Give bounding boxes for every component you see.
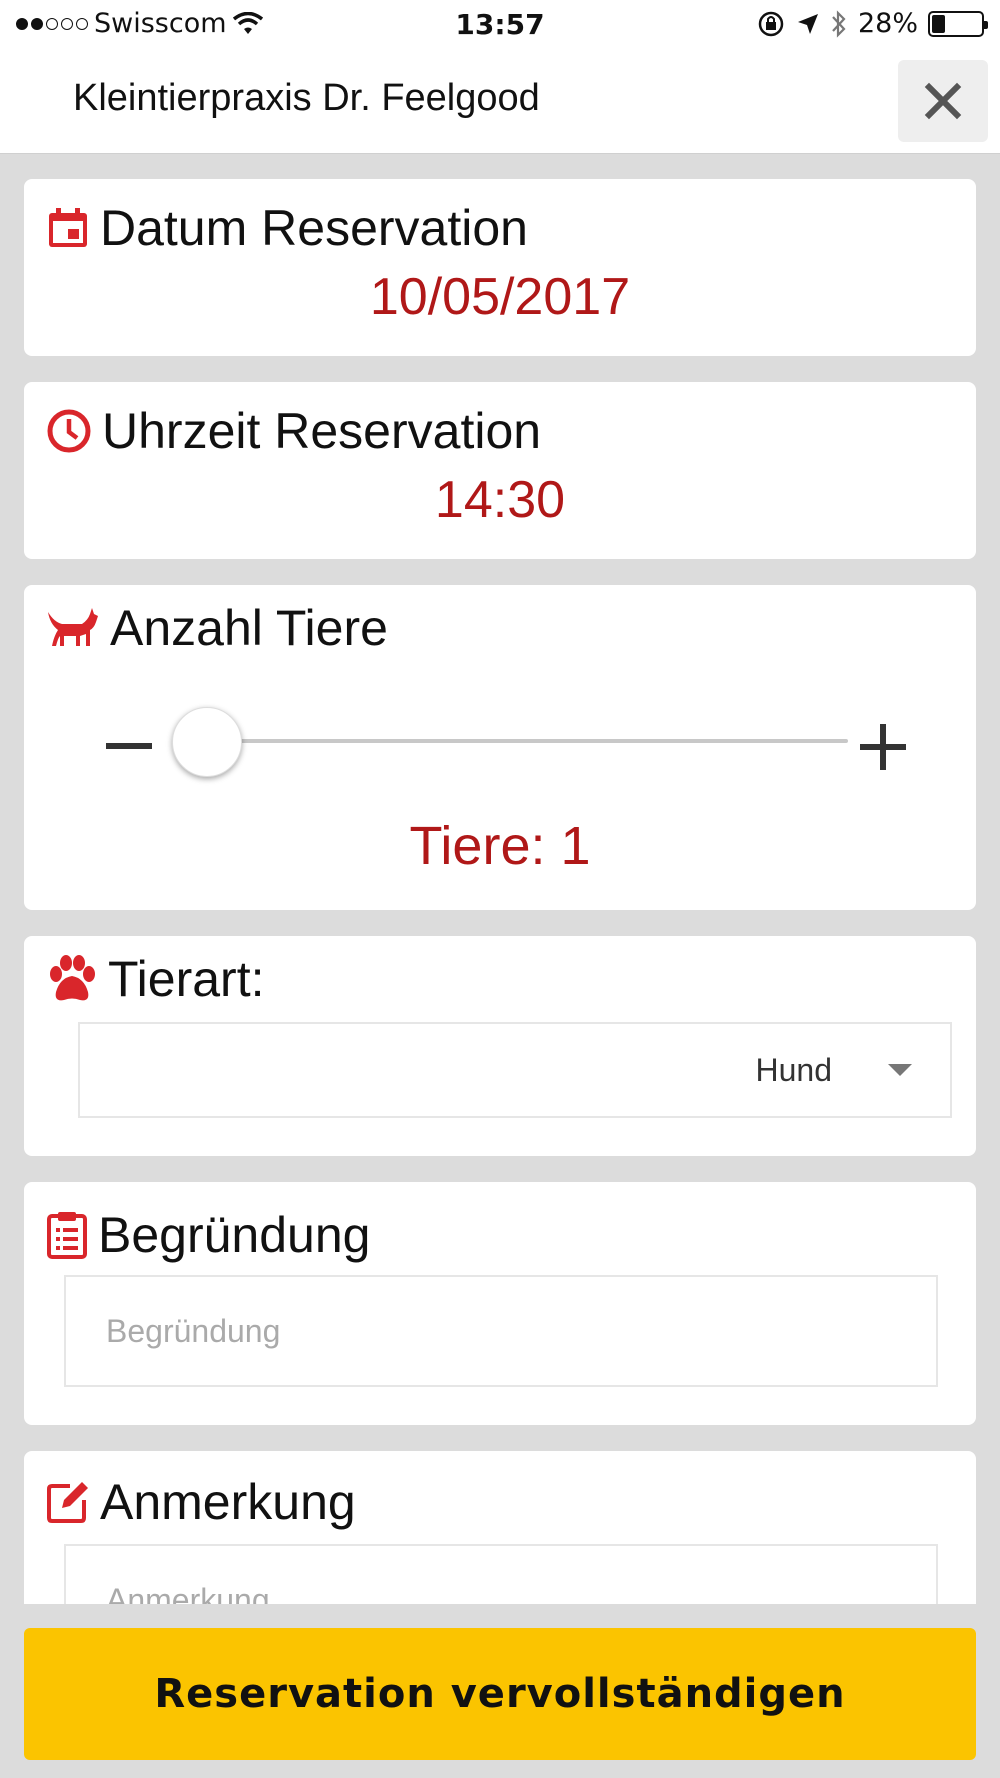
submit-reservation-button[interactable]: Reservation vervollständigen: [24, 1628, 976, 1760]
time-card[interactable]: Uhrzeit Reservation 14:30: [24, 382, 976, 559]
reason-input[interactable]: [64, 1275, 938, 1387]
date-title-row: Datum Reservation: [46, 199, 528, 257]
note-input[interactable]: [64, 1544, 938, 1604]
paw-icon: [50, 955, 95, 1001]
animal-count-card: Anzahl Tiere Tiere: 1: [24, 585, 976, 910]
battery-percent: 28%: [857, 8, 918, 39]
species-card: Tierart: Hund: [24, 936, 976, 1156]
close-icon: [924, 82, 962, 120]
chevron-down-icon: [888, 1064, 912, 1076]
date-card[interactable]: Datum Reservation 10/05/2017: [24, 179, 976, 356]
date-title: Datum Reservation: [100, 200, 528, 256]
species-title: Tierart:: [108, 951, 265, 1007]
clipboard-icon: [47, 1212, 87, 1259]
species-title-row: Tierart:: [46, 950, 265, 1008]
reason-card: Begründung: [24, 1182, 976, 1425]
calendar-icon: [49, 208, 87, 247]
status-bar: Swisscom 13:57 28%: [0, 0, 1000, 50]
animal-count-slider[interactable]: [208, 739, 848, 743]
slider-thumb[interactable]: [172, 707, 242, 777]
battery-fill: [932, 14, 946, 33]
increase-button[interactable]: [850, 715, 914, 779]
battery-icon: [928, 10, 988, 37]
clock-icon: [47, 409, 91, 453]
reason-title: Begründung: [98, 1207, 371, 1263]
edit-icon: [47, 1482, 88, 1523]
species-select[interactable]: Hund: [78, 1022, 952, 1118]
animal-count-label: Tiere: 1: [409, 816, 591, 876]
animal-count-title: Anzahl Tiere: [110, 600, 388, 656]
decrease-button[interactable]: [94, 715, 154, 775]
bluetooth-icon: [832, 9, 846, 38]
reason-title-row: Begründung: [46, 1206, 370, 1264]
note-card: Anmerkung: [24, 1451, 976, 1604]
date-value[interactable]: 10/05/2017: [24, 267, 976, 327]
scroll-content[interactable]: Datum Reservation 10/05/2017 Uhrzeit Res…: [0, 154, 1000, 1604]
note-title-row: Anmerkung: [46, 1473, 356, 1531]
time-value[interactable]: 14:30: [24, 470, 976, 530]
page-title: Kleintierpraxis Dr. Feelgood: [73, 77, 540, 119]
time-title: Uhrzeit Reservation: [102, 403, 542, 459]
rotation-lock-icon: [758, 11, 784, 36]
note-title: Anmerkung: [100, 1474, 356, 1530]
cat-icon: [48, 608, 98, 646]
bottom-bar: Reservation vervollständigen: [0, 1604, 1000, 1778]
status-right: 28%: [756, 8, 988, 39]
close-button[interactable]: [898, 60, 988, 142]
species-selected-value: Hund: [755, 1052, 833, 1088]
location-arrow-icon: [797, 13, 818, 34]
animal-count-title-row: Anzahl Tiere: [46, 599, 388, 657]
app-header: Kleintierpraxis Dr. Feelgood: [0, 50, 1000, 154]
time-title-row: Uhrzeit Reservation: [46, 402, 541, 460]
